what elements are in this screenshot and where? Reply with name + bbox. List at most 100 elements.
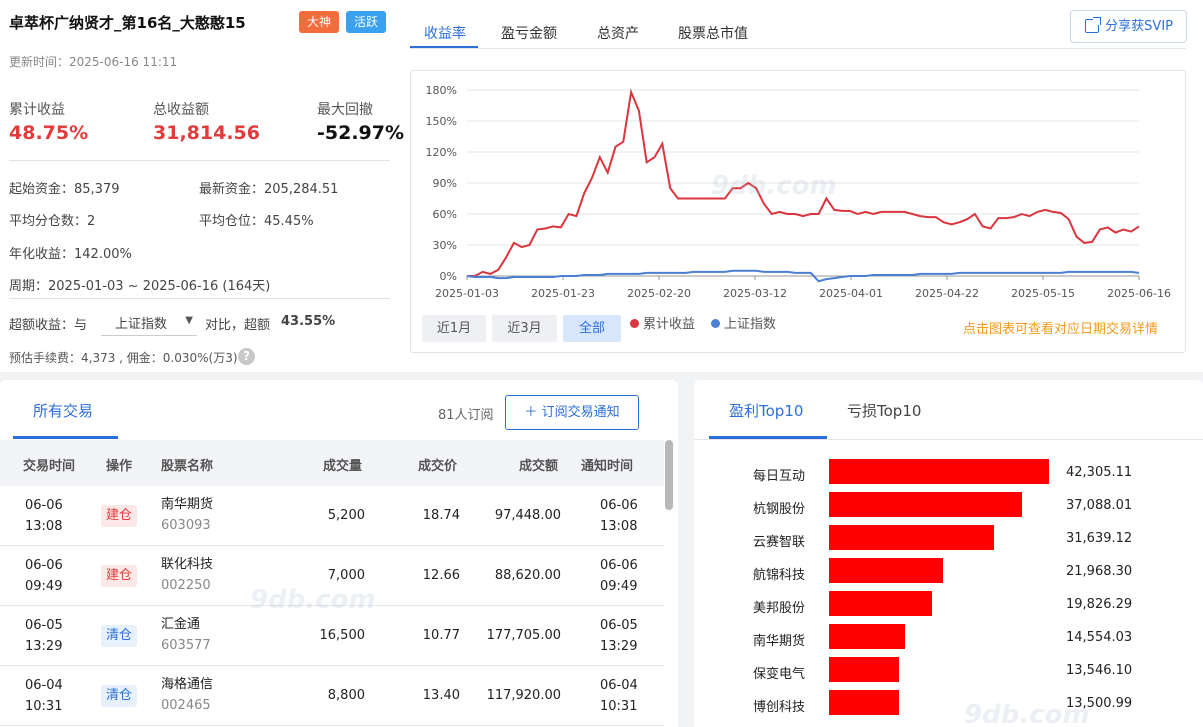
col-notify-time: 通知时间: [581, 459, 634, 474]
tab-bar-divider: [694, 439, 1203, 440]
scrollbar[interactable]: [665, 440, 673, 510]
y-tick-label: 30%: [433, 239, 457, 252]
top10-bar[interactable]: [829, 690, 899, 715]
share-svip-button[interactable]: 分享获SVIP: [1070, 10, 1187, 43]
notify-time: 06-06 13:08: [600, 498, 638, 534]
top10-value: 37,088.01: [1066, 498, 1133, 513]
top10-stock-name: 美邦股份: [753, 601, 806, 616]
active-badge: 活跃: [346, 11, 387, 33]
subscribe-button[interactable]: ＋ 订阅交易通知: [505, 395, 639, 430]
avg-split: 平均分仓数：2: [9, 214, 96, 229]
tab-stock-market-value[interactable]: 股票总市值: [678, 23, 748, 43]
benchmark-select[interactable]: 上证指数 ▼: [101, 309, 197, 336]
active-tab-indicator: [709, 436, 827, 439]
y-tick-label: 120%: [426, 146, 457, 159]
y-tick-label: 90%: [433, 177, 457, 190]
stock-cell[interactable]: 联化科技 002250: [161, 554, 213, 596]
top10-bar[interactable]: [829, 459, 1049, 484]
return-chart[interactable]: 180% 150% 120% 90% 60% 30% 0% 2025-01-03 2025-01…: [410, 70, 1186, 353]
top10-row[interactable]: 美邦股份 19,826.29: [694, 591, 1203, 624]
col-price: 成交价: [418, 459, 458, 474]
top10-row[interactable]: 南华期货 14,554.03: [694, 624, 1203, 657]
top10-panel: 盈利Top10 亏损Top10 每日互动 42,305.11 杭钢股份 37,088.…: [694, 380, 1203, 727]
stock-name[interactable]: 海格通信: [161, 674, 213, 695]
table-row[interactable]: 06-04 10:31 清仓 海格通信 002465 8,800 13.40 117,920.…: [0, 666, 664, 726]
start-capital: 起始资金：85,379: [9, 182, 120, 197]
tab-bar-divider: [410, 48, 1186, 49]
legend-item-cumulative[interactable]: 累计收益: [630, 315, 695, 335]
table-row[interactable]: 06-05 13:29 清仓 汇金通 603577 16,500 10.77 177,705.…: [0, 606, 664, 666]
tab-loss-top10[interactable]: 亏损Top10: [847, 400, 921, 421]
col-operation: 操作: [106, 459, 133, 474]
top10-bar[interactable]: [829, 591, 932, 616]
top10-row[interactable]: 博创科技 13,500.99: [694, 690, 1203, 723]
notify-time: 06-06 09:49: [600, 558, 638, 594]
watermark: 9db.com: [964, 700, 1090, 727]
range-1m-button[interactable]: 近1月: [422, 315, 486, 342]
top10-bar[interactable]: [829, 558, 943, 583]
divider: [9, 160, 390, 161]
tab-profit-loss[interactable]: 盈亏金额: [501, 23, 557, 43]
master-badge: 大神: [299, 11, 340, 33]
top10-row[interactable]: 云赛智联 31,639.12: [694, 525, 1203, 558]
trade-time: 06-04 10:31: [25, 678, 63, 714]
stock-name[interactable]: 汇金通: [161, 614, 211, 635]
price: 10.77: [422, 628, 460, 643]
tab-profit-top10[interactable]: 盈利Top10: [729, 400, 803, 421]
watermark: 9db.com: [250, 585, 376, 615]
stock-cell[interactable]: 海格通信 002465: [161, 674, 213, 716]
stock-name[interactable]: 联化科技: [161, 554, 213, 575]
tab-return-rate[interactable]: 收益率: [424, 23, 466, 43]
volume: 8,800: [327, 688, 365, 703]
top10-bar[interactable]: [829, 492, 1022, 517]
kpi-value-cumulative: 48.75%: [9, 122, 89, 144]
stock-name[interactable]: 南华期货: [161, 494, 213, 515]
top10-stock-name: 杭钢股份: [753, 502, 806, 517]
benchmark-select-value: 上证指数: [115, 317, 168, 332]
top10-row[interactable]: 每日互动 42,305.11: [694, 459, 1203, 492]
strategy-summary-panel: 卓萃杯广纳贤才_第16名_大憨憨15 大神 活跃 更新时间：2025-06-16…: [0, 0, 1203, 372]
tab-all-trades[interactable]: 所有交易: [33, 400, 93, 421]
top10-row[interactable]: 保变电气 13,546.10: [694, 657, 1203, 690]
help-icon[interactable]: ?: [238, 348, 255, 365]
x-tick-label: 2025-04-22: [915, 287, 979, 300]
top10-value: 31,639.12: [1066, 531, 1133, 546]
top10-bar[interactable]: [829, 657, 899, 682]
operation-badge: 清仓: [101, 685, 137, 707]
col-volume: 成交量: [323, 459, 363, 474]
top10-value: 19,826.29: [1066, 597, 1133, 612]
top10-stock-name: 保变电气: [753, 667, 806, 682]
range-3m-button[interactable]: 近3月: [492, 315, 557, 342]
table-row[interactable]: 06-06 13:08 建仓 南华期货 603093 5,200 18.74 97,448.0…: [0, 486, 664, 546]
fees-info: 预估手续费：4,373 , 佣金：0.030%(万3): [9, 351, 238, 365]
kpi-label-cumulative: 累计收益: [9, 102, 65, 118]
top10-stock-name: 南华期货: [753, 634, 806, 649]
trade-time: 06-06 13:08: [25, 498, 63, 534]
update-time: 更新时间：2025-06-16 11:11: [9, 55, 178, 69]
top10-row[interactable]: 杭钢股份 37,088.01: [694, 492, 1203, 525]
stock-code: 002250: [161, 578, 211, 593]
amount: 97,448.00: [494, 508, 561, 523]
col-trade-time: 交易时间: [23, 459, 76, 474]
kpi-value-total: 31,814.56: [153, 122, 260, 144]
top10-stock-name: 航锦科技: [753, 568, 806, 583]
tab-total-assets[interactable]: 总资产: [597, 23, 639, 43]
top10-value: 14,554.03: [1066, 630, 1133, 645]
active-tab-indicator: [410, 46, 478, 48]
stock-cell[interactable]: 汇金通 603577: [161, 614, 211, 656]
legend-item-index[interactable]: 上证指数: [711, 315, 776, 335]
chart-hint: 点击图表可查看对应日期交易详情: [963, 322, 1159, 337]
top10-bar[interactable]: [829, 624, 905, 649]
y-tick-label: 180%: [426, 84, 457, 97]
top10-row[interactable]: 航锦科技 21,968.30: [694, 558, 1203, 591]
top10-value: 13,546.10: [1066, 663, 1133, 678]
price: 13.40: [422, 688, 460, 703]
range-all-button[interactable]: 全部: [563, 315, 621, 342]
page-title: 卓萃杯广纳贤才_第16名_大憨憨15: [9, 14, 246, 32]
excess-label: 超额收益：与: [9, 318, 88, 333]
legend-label: 上证指数: [724, 317, 777, 332]
stock-cell[interactable]: 南华期货 603093: [161, 494, 213, 536]
divider: [9, 298, 390, 299]
top10-bar[interactable]: [829, 525, 994, 550]
plus-icon: ＋: [524, 405, 542, 420]
